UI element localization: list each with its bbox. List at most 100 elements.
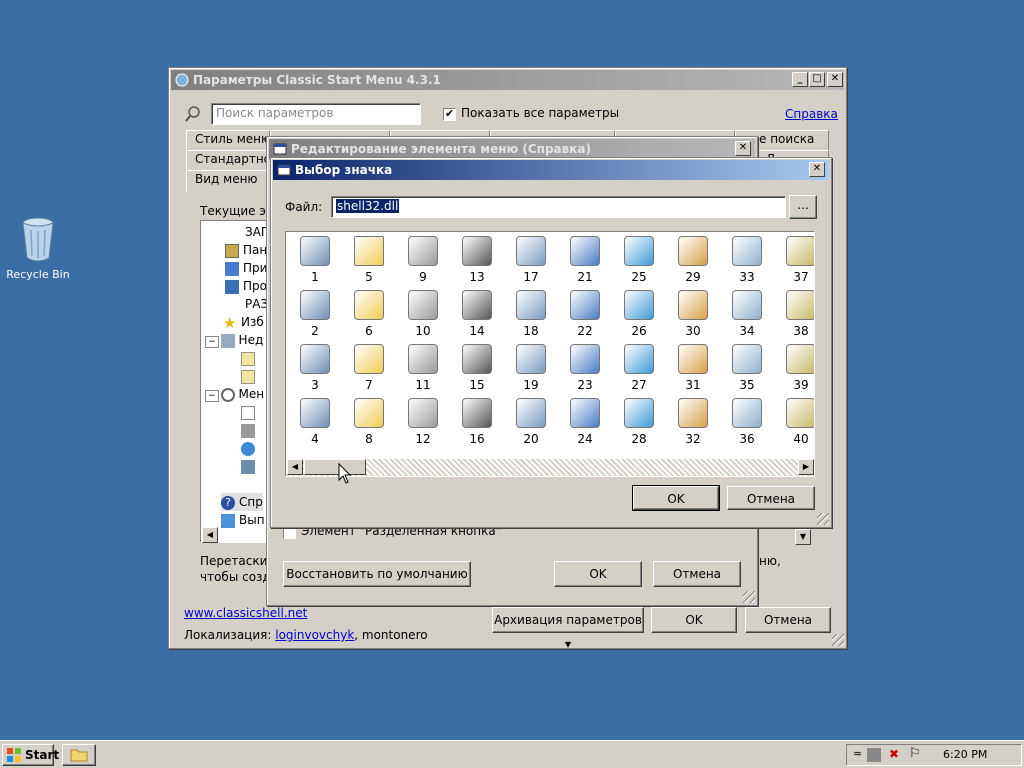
icon-cell-18[interactable]: 18	[504, 288, 558, 342]
tree-item-recent[interactable]: − Нед	[205, 331, 263, 349]
icon-cell-34[interactable]: 34	[720, 288, 774, 342]
icon-cell-17[interactable]: 17	[504, 234, 558, 288]
tree-item-programs[interactable]: Про	[225, 277, 267, 295]
tab-standard[interactable]: Стандартное	[186, 150, 270, 170]
icon-cell-33[interactable]: 33	[720, 234, 774, 288]
main-window-titlebar[interactable]: Параметры Classic Start Menu 4.3.1 _ □ ✕	[171, 70, 844, 90]
edit-ok-button[interactable]: OK	[554, 561, 642, 587]
icon-cell-24[interactable]: 24	[558, 396, 612, 450]
icon-cell-31[interactable]: 31	[666, 342, 720, 396]
backup-settings-button[interactable]: Архивация параметров ▾	[492, 607, 644, 651]
icon-cell-12[interactable]: 12	[396, 396, 450, 450]
tree-item-sub3[interactable]	[241, 403, 259, 421]
tree-item-sub2[interactable]	[241, 367, 259, 385]
icon-cell-14[interactable]: 14	[450, 288, 504, 342]
icon-resize-grip[interactable]	[817, 513, 829, 525]
icon-cell-27[interactable]: 27	[612, 342, 666, 396]
edit-resize-grip[interactable]	[743, 591, 755, 603]
tree-item-sub5[interactable]	[241, 439, 259, 457]
tree-item-header[interactable]: ЗАГ	[245, 223, 268, 241]
scroll-left-button[interactable]: ◀	[287, 459, 303, 475]
tree-item-favorites[interactable]: ★ Изб	[223, 313, 264, 331]
icon-cell-9[interactable]: 9	[396, 234, 450, 288]
tree-item-control-panel[interactable]: Пан	[225, 241, 267, 259]
browse-button[interactable]: ...	[789, 195, 817, 219]
icon-cell-36[interactable]: 36	[720, 396, 774, 450]
edit-cancel-button[interactable]: Отмена	[653, 561, 741, 587]
file-path-input[interactable]: shell32.dll	[331, 196, 786, 218]
scroll-thumb[interactable]	[304, 459, 366, 475]
icon-cell-38[interactable]: 38	[774, 288, 814, 342]
recycle-bin-shortcut[interactable]: Recycle Bin	[6, 216, 70, 286]
tree-item-sub1[interactable]	[241, 349, 259, 367]
volume-muted-icon[interactable]: ✖	[889, 747, 899, 761]
scroll-right-button[interactable]: ▶	[798, 459, 814, 475]
icon-grid-scrollbar[interactable]: ◀ ▶	[287, 459, 814, 476]
icon-cell-10[interactable]: 10	[396, 288, 450, 342]
icon-cell-8[interactable]: 8	[342, 396, 396, 450]
resize-grip[interactable]	[832, 634, 844, 646]
collapse-icon[interactable]: −	[205, 336, 219, 348]
icon-cell-3[interactable]: 3	[288, 342, 342, 396]
main-ok-button[interactable]: OK	[651, 607, 737, 633]
icon-cell-7[interactable]: 7	[342, 342, 396, 396]
icon-cell-21[interactable]: 21	[558, 234, 612, 288]
menu-items-tree[interactable]: ЗАГ Пан При Про РАЗ ★ Изб − Нед − Мен ? Спр …	[200, 220, 270, 543]
icon-cell-30[interactable]: 30	[666, 288, 720, 342]
tree-item-search[interactable]: − Мен	[205, 385, 264, 403]
tab-menu-style[interactable]: Стиль меню	[186, 130, 270, 150]
icon-cell-37[interactable]: 37	[774, 234, 814, 288]
icon-cell-5[interactable]: 5	[342, 234, 396, 288]
tree-item-sub6[interactable]	[241, 457, 259, 475]
taskbar-explorer-button[interactable]	[62, 744, 96, 766]
icon-cell-39[interactable]: 39	[774, 342, 814, 396]
icon-grid[interactable]: 1 5 9 13 17 21 25 29 33 37 2 6 10 14 18 22 26 30 34 38 3 7 11 1…	[285, 231, 815, 477]
search-input[interactable]: Поиск параметров	[211, 103, 421, 125]
help-link[interactable]: Справка	[785, 107, 838, 121]
icon-cell-16[interactable]: 16	[450, 396, 504, 450]
tray-expand-icon[interactable]: ≈	[853, 747, 862, 760]
icon-cell-15[interactable]: 15	[450, 342, 504, 396]
tree-item-run[interactable]: Вып	[221, 511, 265, 529]
minimize-button[interactable]: _	[792, 72, 808, 87]
icon-cell-22[interactable]: 22	[558, 288, 612, 342]
icon-cell-2[interactable]: 2	[288, 288, 342, 342]
show-all-checkbox[interactable]: ✔	[443, 108, 456, 121]
icon-cell-29[interactable]: 29	[666, 234, 720, 288]
icon-cell-25[interactable]: 25	[612, 234, 666, 288]
icon-cell-6[interactable]: 6	[342, 288, 396, 342]
tree-item-separator[interactable]: РАЗ	[245, 295, 268, 313]
tray-clock[interactable]: 6:20 PM	[943, 748, 987, 761]
icon-cell-40[interactable]: 40	[774, 396, 814, 450]
tree-item-apps[interactable]: При	[225, 259, 267, 277]
icon-cell-26[interactable]: 26	[612, 288, 666, 342]
maximize-button[interactable]: □	[809, 72, 825, 87]
icon-dialog-titlebar[interactable]: Выбор значка ✕	[273, 160, 829, 180]
icon-cell-19[interactable]: 19	[504, 342, 558, 396]
network-icon[interactable]	[867, 748, 881, 762]
start-button[interactable]: Start	[2, 744, 59, 766]
icon-cell-32[interactable]: 32	[666, 396, 720, 450]
icon-cell-11[interactable]: 11	[396, 342, 450, 396]
dropdown-arrow[interactable]: ▼	[795, 529, 811, 545]
icon-cell-35[interactable]: 35	[720, 342, 774, 396]
tree-item-help[interactable]: ? Спр	[221, 493, 263, 511]
flag-icon[interactable]: ⚐	[909, 746, 921, 761]
icon-cell-23[interactable]: 23	[558, 342, 612, 396]
edit-dialog-close-button[interactable]: ✕	[735, 141, 751, 156]
icon-cancel-button[interactable]: Отмена	[727, 486, 815, 510]
tab-menu-view[interactable]: Вид меню	[186, 170, 270, 192]
icon-cell-4[interactable]: 4	[288, 396, 342, 450]
tree-scroll-left[interactable]: ◀	[202, 527, 218, 543]
localization-author-link[interactable]: loginvovchyk	[275, 628, 354, 642]
icon-dialog-close-button[interactable]: ✕	[809, 162, 825, 177]
icon-cell-20[interactable]: 20	[504, 396, 558, 450]
website-link[interactable]: www.classicshell.net	[184, 606, 307, 620]
icon-cell-28[interactable]: 28	[612, 396, 666, 450]
icon-cell-1[interactable]: 1	[288, 234, 342, 288]
icon-ok-button[interactable]: OK	[632, 485, 720, 511]
edit-dialog-titlebar[interactable]: Редактирование элемента меню (Справка) ✕	[269, 139, 755, 159]
main-cancel-button[interactable]: Отмена	[745, 607, 831, 633]
close-button[interactable]: ✕	[827, 72, 843, 87]
collapse-icon[interactable]: −	[205, 390, 219, 402]
